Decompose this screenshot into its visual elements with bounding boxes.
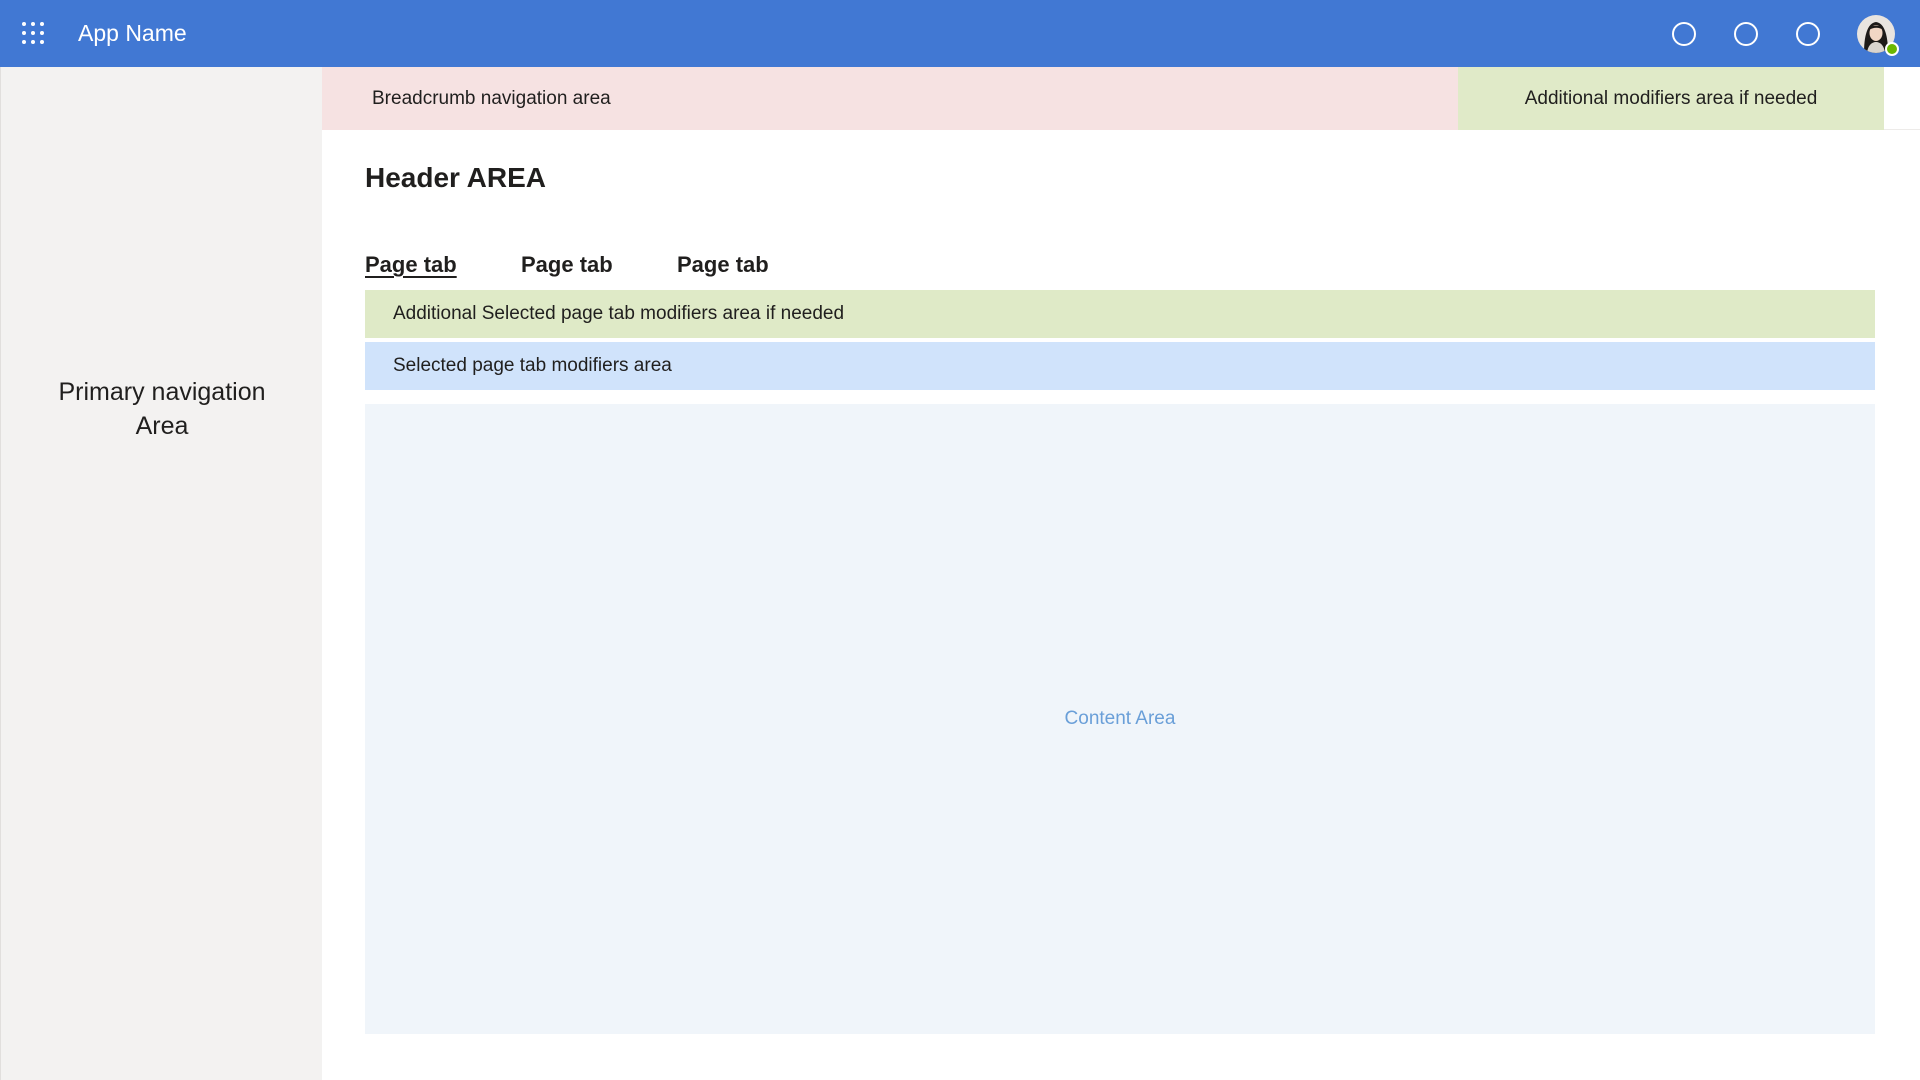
header-action-1-icon[interactable] xyxy=(1672,22,1696,46)
breadcrumb: Breadcrumb navigation area xyxy=(322,67,1458,130)
content-area: Content Area xyxy=(365,404,1875,1034)
app-launcher-icon[interactable] xyxy=(22,22,44,44)
breadcrumb-label: Breadcrumb navigation area xyxy=(372,88,611,109)
page-title: Header AREA xyxy=(365,162,547,193)
primary-navigation-label: Primary navigation Area xyxy=(1,375,323,443)
primary-navigation-label-line2: Area xyxy=(135,412,189,440)
header-action-2-icon[interactable] xyxy=(1734,22,1758,46)
top-app-bar: App Name xyxy=(0,0,1920,67)
breadcrumb-divider xyxy=(1884,129,1920,130)
header-action-3-icon[interactable] xyxy=(1796,22,1820,46)
tab-page-1[interactable]: Page tab xyxy=(365,250,457,280)
primary-navigation-label-line1: Primary navigation xyxy=(58,378,266,406)
primary-navigation: Primary navigation Area xyxy=(0,67,322,1080)
additional-tab-modifiers-bar: Additional Selected page tab modifiers a… xyxy=(365,290,1875,338)
tab-page-3[interactable]: Page tab xyxy=(677,250,769,280)
user-avatar[interactable] xyxy=(1857,15,1899,56)
tab-modifiers-bar: Selected page tab modifiers area xyxy=(365,342,1875,390)
app-name[interactable]: App Name xyxy=(78,0,187,67)
tab-page-2[interactable]: Page tab xyxy=(521,250,613,280)
presence-online-icon xyxy=(1885,42,1899,56)
content-area-label: Content Area xyxy=(1064,708,1176,729)
additional-modifiers-label: Additional modifiers area if needed xyxy=(1524,88,1818,109)
additional-modifiers-area: Additional modifiers area if needed xyxy=(1458,67,1884,130)
